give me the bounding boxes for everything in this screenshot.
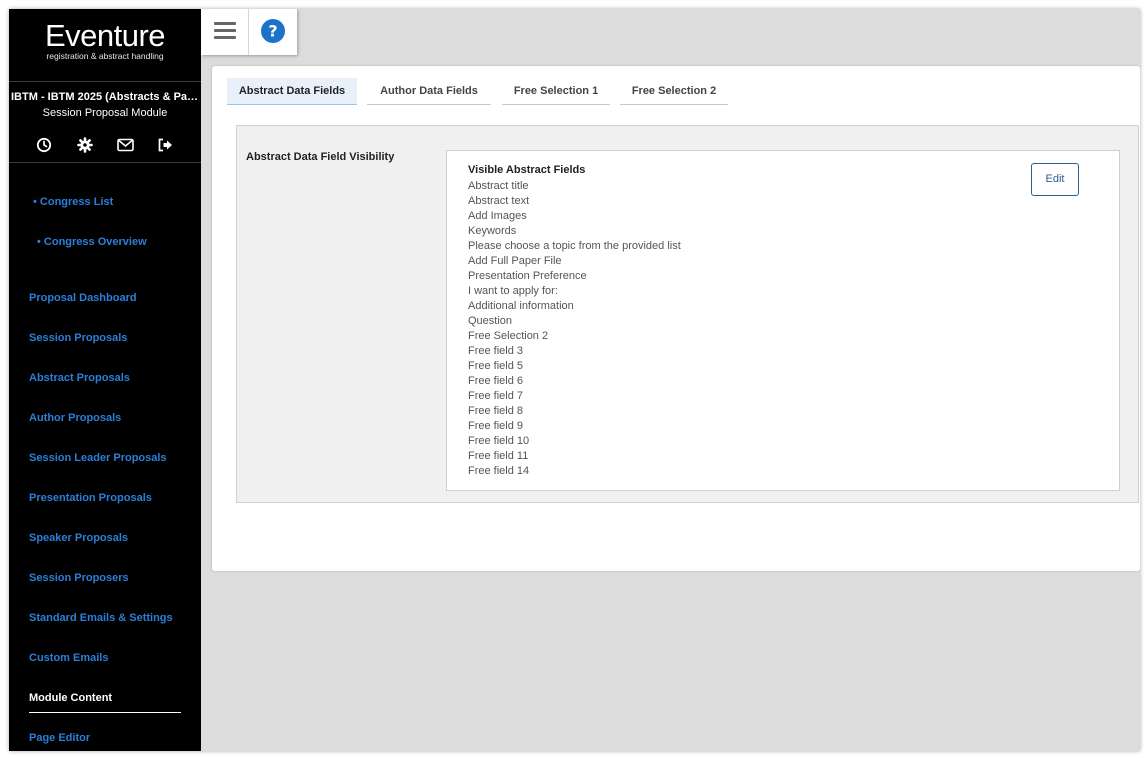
tab-free-selection-2[interactable]: Free Selection 2 (620, 78, 728, 105)
list-item: Free field 3 (468, 345, 524, 357)
sidebar-item-abstract-proposals[interactable]: Abstract Proposals (29, 372, 130, 384)
help-icon: ? (261, 19, 285, 43)
app-frame: Eventure registration & abstract handlin… (9, 9, 1140, 751)
help-button[interactable]: ? (249, 9, 297, 55)
list-item: Add Images (468, 210, 527, 222)
edit-button[interactable]: Edit (1031, 163, 1079, 196)
sidebar-link-congress-overview[interactable]: • Congress Overview (37, 236, 147, 248)
list-item: Keywords (468, 225, 517, 237)
active-item-underline (29, 712, 181, 713)
tab-author-data-fields[interactable]: Author Data Fields (367, 78, 491, 105)
list-item: Free field 5 (468, 360, 524, 372)
gear-icon[interactable] (77, 137, 95, 155)
sidebar-item-speaker-proposals[interactable]: Speaker Proposals (29, 532, 128, 544)
sidebar-item-module-content[interactable]: Module Content (29, 692, 112, 704)
content-card: Abstract Data Fields Author Data Fields … (212, 66, 1140, 571)
history-icon[interactable] (36, 137, 54, 155)
list-item: Free field 10 (468, 435, 530, 447)
tab-free-selection-1[interactable]: Free Selection 1 (502, 78, 610, 105)
sidebar-item-session-proposals[interactable]: Session Proposals (29, 332, 127, 344)
tab-abstract-data-fields[interactable]: Abstract Data Fields (227, 78, 357, 105)
list-item: Question (468, 315, 513, 327)
visible-fields-title: Visible Abstract Fields (468, 164, 586, 176)
sidebar-item-proposal-dashboard[interactable]: Proposal Dashboard (29, 292, 137, 304)
top-toolbar: ? (201, 9, 297, 55)
list-item: Free field 8 (468, 405, 524, 417)
logo-tagline: registration & abstract handling (46, 51, 164, 61)
sidebar-item-session-leader-proposals[interactable]: Session Leader Proposals (29, 452, 167, 464)
list-item: Free field 7 (468, 390, 524, 402)
logout-icon[interactable] (157, 137, 175, 155)
sidebar-item-standard-emails-settings[interactable]: Standard Emails & Settings (29, 612, 173, 624)
menu-button[interactable] (201, 9, 249, 55)
visible-fields-box: Visible Abstract Fields Abstract title A… (446, 150, 1120, 491)
visibility-panel: Abstract Data Field Visibility Visible A… (236, 125, 1139, 503)
sidebar-item-session-proposers[interactable]: Session Proposers (29, 572, 129, 584)
list-item: Abstract text (468, 195, 530, 207)
mail-icon[interactable] (117, 137, 135, 155)
logo-name: Eventure (44, 18, 166, 53)
menu-icon (214, 22, 236, 39)
list-item: Abstract title (468, 180, 529, 192)
list-item: Additional information (468, 300, 574, 312)
sidebar-item-presentation-proposals[interactable]: Presentation Proposals (29, 492, 152, 504)
sidebar-item-author-proposals[interactable]: Author Proposals (29, 412, 121, 424)
panel-label: Abstract Data Field Visibility (246, 151, 395, 163)
list-item: Free field 14 (468, 465, 530, 477)
sidebar-item-custom-emails[interactable]: Custom Emails (29, 652, 108, 664)
list-item: Free field 9 (468, 420, 524, 432)
sidebar-link-congress-list[interactable]: • Congress List (33, 196, 113, 208)
divider (9, 162, 201, 163)
module-title: Session Proposal Module (42, 107, 168, 119)
list-item: Presentation Preference (468, 270, 587, 282)
congress-title: IBTM - IBTM 2025 (Abstracts & Papers) (11, 91, 201, 103)
sidebar: Eventure registration & abstract handlin… (9, 9, 201, 751)
visible-fields-list: Abstract title Abstract text Add Images … (468, 179, 681, 479)
list-item: Please choose a topic from the provided … (468, 240, 681, 252)
list-item: Add Full Paper File (468, 255, 562, 267)
sidebar-icon-row (9, 137, 201, 155)
sidebar-item-page-editor[interactable]: Page Editor (29, 732, 90, 744)
svg-text:?: ? (268, 22, 277, 41)
list-item: Free field 11 (468, 450, 529, 462)
list-item: Free field 6 (468, 375, 524, 387)
list-item: I want to apply for: (468, 285, 558, 297)
divider (9, 81, 201, 82)
logo[interactable]: Eventure registration & abstract handlin… (9, 19, 201, 61)
list-item: Free Selection 2 (468, 330, 549, 342)
